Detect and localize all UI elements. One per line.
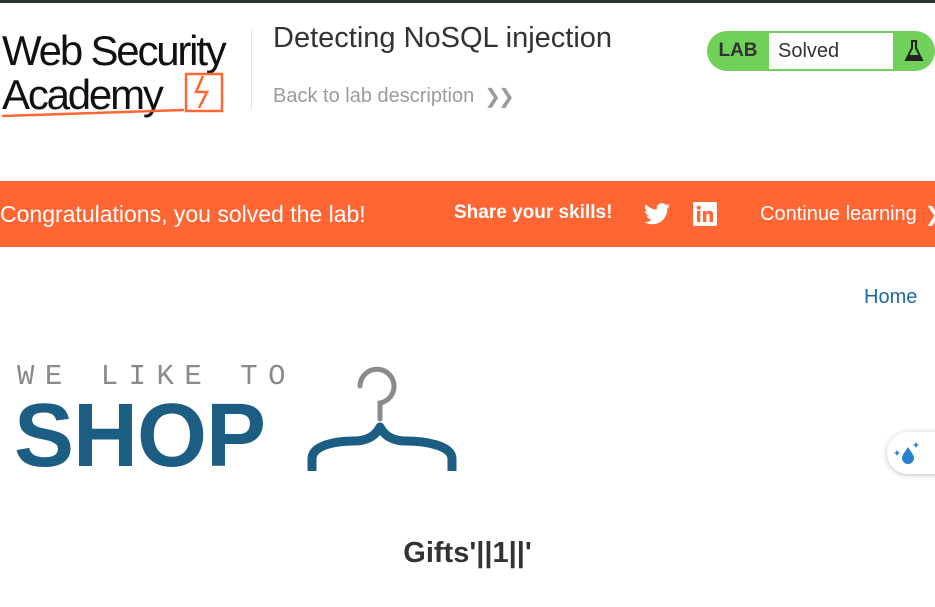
shop-logo-word: SHOP <box>14 386 266 486</box>
header-divider <box>251 30 252 110</box>
share-skills-label: Share your skills! <box>454 202 613 223</box>
congrats-message: Congratulations, you solved the lab! <box>0 201 366 227</box>
flask-icon <box>893 31 935 71</box>
lab-status-text: Solved <box>769 31 893 71</box>
sparkle-drop-icon <box>894 442 919 464</box>
search-results-heading: Gifts'||1||' <box>0 537 935 570</box>
lab-tag: LAB <box>707 31 769 71</box>
top-rule <box>0 0 935 3</box>
home-link[interactable]: Home <box>864 286 917 309</box>
solved-banner: Congratulations, you solved the lab! Sha… <box>0 181 935 247</box>
continue-learning-label: Continue learning <box>760 203 917 225</box>
academy-logo[interactable]: Web Security Academy <box>0 28 250 120</box>
double-chevron-right-icon: ❯❯ <box>484 86 514 108</box>
search-heading-text: Gifts'||1||' <box>403 537 532 569</box>
continue-learning-link[interactable]: Continue learning ❯❯ <box>760 202 935 227</box>
back-to-lab-description-link[interactable]: Back to lab description ❯❯ <box>273 84 515 109</box>
hanger-icon <box>307 366 457 471</box>
double-chevron-right-icon: ❯❯ <box>925 202 935 227</box>
back-link-label: Back to lab description <box>273 85 475 107</box>
lab-title: Detecting NoSQL injection <box>273 22 613 54</box>
linkedin-icon[interactable] <box>693 202 717 226</box>
lab-status-badge: LAB Solved <box>707 31 935 71</box>
logo-lightning-icon <box>1 72 224 118</box>
twitter-icon[interactable] <box>644 202 670 226</box>
shop-logo: WE LIKE TO SHOP <box>14 355 461 486</box>
floating-widget[interactable] <box>887 432 935 474</box>
